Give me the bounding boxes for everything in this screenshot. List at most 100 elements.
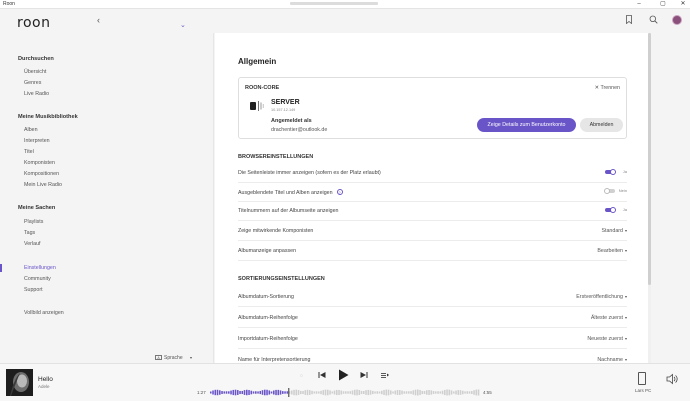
waveform-bar [462, 390, 464, 395]
sidebar-item-albums[interactable]: Alben [24, 127, 38, 133]
setting-row-track-numbers: Titelnummern auf der Albumseite anzeigen… [238, 201, 627, 221]
waveform-bar [345, 391, 347, 394]
middle-panel [90, 33, 214, 363]
dropdown-album-date-sort[interactable]: Erstveröffentlichung ▾ [576, 294, 627, 300]
track-title[interactable]: Hello [38, 376, 53, 383]
sidebar-item-genres[interactable]: Genres [24, 80, 41, 86]
sidebar-item-composers[interactable]: Komponisten [24, 160, 55, 166]
setting-label: Titelnummern auf der Albumseite anzeigen [238, 208, 339, 214]
toggle-knob [604, 188, 610, 194]
waveform-bar [435, 391, 437, 394]
toggle-state-text: Ja [622, 169, 627, 174]
play-icon[interactable] [338, 369, 349, 383]
waveform-bar [295, 389, 298, 396]
playhead[interactable] [288, 388, 290, 397]
account-details-button[interactable]: Zeige Details zum Benutzerkonto [477, 118, 576, 132]
waveform-bar [306, 389, 309, 396]
waveform-bar [414, 389, 417, 396]
setting-row-album-display: Albumanzeige anpassen Bearbeiten ▾ [238, 241, 627, 261]
sidebar-item-community[interactable]: Community [24, 276, 51, 282]
setting-label: Ausgeblendete Titel und Alben anzeigen? [238, 189, 343, 196]
disconnect-button[interactable]: ✕ Trennen [595, 85, 620, 91]
waveform-bar [282, 391, 284, 394]
queue-icon[interactable] [381, 372, 389, 381]
waveform-bar [372, 390, 374, 395]
album-art-image [6, 369, 33, 396]
sidebar-item-support[interactable]: Support [24, 287, 43, 293]
sidebar-item-overview[interactable]: Übersicht [24, 69, 46, 75]
sidebar-item-fullscreen[interactable]: Vollbild anzeigen [24, 310, 64, 316]
dropdown-album-display[interactable]: Bearbeiten ▾ [597, 248, 627, 254]
sidebar-item-tags[interactable]: Tags [24, 230, 35, 236]
waveform-bar [365, 390, 367, 395]
logout-button[interactable]: Abmelden [580, 118, 623, 132]
waveform-bar [455, 390, 457, 395]
shuffle-icon[interactable]: ◌ [300, 373, 303, 379]
waveform-seekbar[interactable] [210, 388, 480, 397]
roon-logo[interactable]: roon [17, 15, 50, 31]
waveform-bar [453, 391, 455, 394]
waveform-bar [459, 390, 462, 395]
waveform-bar [351, 390, 354, 395]
waveform-bar [255, 391, 257, 394]
toggle-switch[interactable] [604, 188, 615, 194]
previous-track-icon[interactable] [318, 371, 326, 381]
sidebar-item-history[interactable]: Verlauf [24, 241, 41, 247]
album-art[interactable] [6, 369, 33, 396]
close-window-button[interactable]: ✕ [676, 0, 690, 9]
search-icon[interactable] [648, 15, 658, 25]
waveform-bar [471, 391, 473, 394]
chevron-down-icon[interactable]: ⌄ [180, 21, 186, 29]
waveform-bar [268, 390, 271, 395]
dropdown-album-date-order[interactable]: Älteste zuerst ▾ [591, 315, 627, 321]
zone-speaker-icon[interactable] [638, 372, 646, 385]
sidebar-item-compositions[interactable]: Kompositionen [24, 171, 59, 177]
dropdown-import-date-order[interactable]: Neueste zuerst ▾ [587, 336, 627, 342]
toggle-switch[interactable] [605, 169, 616, 175]
minimize-button[interactable]: – [632, 0, 646, 9]
waveform-bar [304, 390, 307, 395]
time-total: 4:55 [483, 390, 492, 395]
back-arrow-icon[interactable]: ‹ [97, 15, 100, 25]
language-control[interactable]: A Sprache ▾ [155, 355, 192, 361]
scrollbar-thumb[interactable] [648, 33, 651, 285]
sidebar-item-my-live-radio[interactable]: Mein Live Radio [24, 182, 62, 188]
track-artist[interactable]: Adele [38, 384, 50, 389]
maximize-button[interactable]: ▢ [656, 0, 670, 9]
setting-label: Importdatum-Reihenfolge [238, 336, 298, 342]
waveform-bar [250, 390, 253, 395]
page-title: Allgemein [238, 57, 277, 66]
zone-label[interactable]: Lars PC [635, 388, 651, 393]
bookmark-icon[interactable] [624, 15, 634, 25]
sidebar-item-settings[interactable]: Einstellungen [24, 265, 56, 271]
waveform-bar [417, 389, 419, 396]
time-elapsed: 1:27 [197, 390, 206, 395]
waveform-bar [210, 391, 212, 394]
sidebar-item-live-radio[interactable]: Live Radio [24, 91, 49, 97]
waveform-bar [387, 389, 390, 396]
waveform-bar [313, 391, 316, 394]
waveform-bar [234, 389, 237, 396]
dropdown-value: Bearbeiten [597, 248, 623, 254]
sidebar-item-playlists[interactable]: Playlists [24, 219, 43, 225]
sort-settings-heading: SORTIERUNGSEINSTELLUNGEN [238, 276, 325, 282]
user-avatar[interactable] [672, 15, 682, 25]
sidebar-item-tracks[interactable]: Titel [24, 149, 34, 155]
waveform-bar [320, 390, 322, 395]
waveform-bar [437, 391, 439, 394]
waveform-bar [430, 390, 433, 395]
sidebar-heading-my-stuff: Meine Sachen [18, 205, 56, 211]
volume-icon[interactable] [666, 373, 678, 385]
waveform-bar [266, 389, 268, 396]
sidebar-item-artists[interactable]: Interpreten [24, 138, 50, 144]
dropdown-composers[interactable]: Standard ▾ [601, 228, 627, 234]
help-icon[interactable]: ? [336, 189, 343, 195]
language-label: Sprache [164, 355, 183, 361]
next-track-icon[interactable] [360, 371, 368, 381]
toggle-switch[interactable] [605, 207, 616, 213]
setting-label: Zeige mitwirkende Komponisten [238, 228, 314, 234]
waveform-bar [284, 391, 286, 394]
waveform-bar [367, 389, 370, 396]
toggle-knob [610, 207, 616, 213]
waveform-bar [340, 390, 343, 395]
